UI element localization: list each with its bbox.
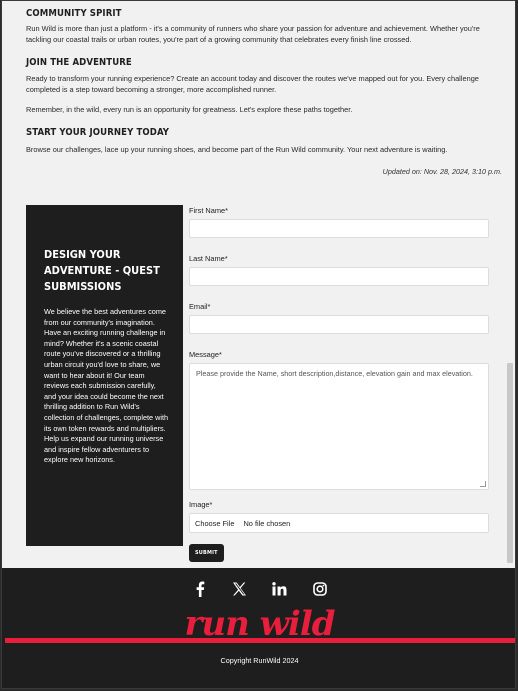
choose-file-button[interactable]: Choose File	[195, 519, 234, 528]
section-title: START YOUR JOURNEY TODAY	[26, 127, 170, 138]
section-join-adventure: JOIN THE ADVENTURE Ready to transform yo…	[26, 57, 502, 116]
submit-button[interactable]: SUBMIT	[189, 544, 224, 562]
section-title: JOIN THE ADVENTURE	[26, 57, 132, 68]
section-community-spirit: COMMUNITY SPIRIT Run Wild is more than j…	[26, 8, 502, 45]
email-input[interactable]	[189, 315, 489, 334]
quest-description: We believe the best adventures come from…	[44, 307, 169, 465]
first-name-label: First Name*	[189, 206, 229, 215]
scrollbar-thumb[interactable]	[507, 363, 513, 563]
instagram-icon[interactable]	[312, 581, 328, 597]
social-links	[2, 581, 515, 597]
section-start-journey: START YOUR JOURNEY TODAY Browse our chal…	[26, 127, 502, 156]
linkedin-icon[interactable]	[272, 581, 288, 597]
x-icon[interactable]	[232, 581, 248, 597]
section-title: COMMUNITY SPIRIT	[26, 8, 122, 19]
section-paragraph: Run Wild is more than just a platform - …	[26, 24, 480, 44]
facebook-icon[interactable]	[192, 581, 208, 597]
image-label: Image*	[189, 500, 213, 509]
section-paragraph: Ready to transform your running experien…	[26, 74, 479, 94]
last-name-label: Last Name*	[189, 254, 228, 263]
copyright-text: Copyright RunWild 2024	[220, 656, 299, 665]
brand-logo[interactable]: run wild	[2, 604, 515, 644]
section-paragraph: Browse our challenges, lace up your runn…	[26, 145, 448, 154]
section-paragraph: Remember, in the wild, every run is an o…	[26, 105, 353, 114]
quest-title: DESIGN YOUR ADVENTURE - QUEST SUBMISSION…	[44, 248, 160, 293]
image-file-input[interactable]: Choose File No file chosen	[189, 513, 489, 533]
message-label: Message*	[189, 350, 222, 359]
email-label: Email*	[189, 302, 211, 311]
message-textarea[interactable]: Please provide the Name, short descripti…	[189, 363, 489, 490]
resize-handle-icon[interactable]	[480, 481, 486, 487]
site-footer: run wild Copyright RunWild 2024	[2, 568, 515, 688]
updated-timestamp: Updated on: Nov. 28, 2024, 3:10 p.m.	[382, 167, 502, 176]
message-placeholder: Please provide the Name, short descripti…	[196, 369, 473, 378]
browser-viewport: COMMUNITY SPIRIT Run Wild is more than j…	[1, 0, 516, 689]
quest-info-panel: DESIGN YOUR ADVENTURE - QUEST SUBMISSION…	[26, 205, 183, 546]
first-name-input[interactable]	[189, 219, 489, 238]
last-name-input[interactable]	[189, 267, 489, 286]
quest-submission-form: First Name* Last Name* Email* Message* P…	[189, 205, 489, 562]
file-status: No file chosen	[243, 518, 291, 528]
